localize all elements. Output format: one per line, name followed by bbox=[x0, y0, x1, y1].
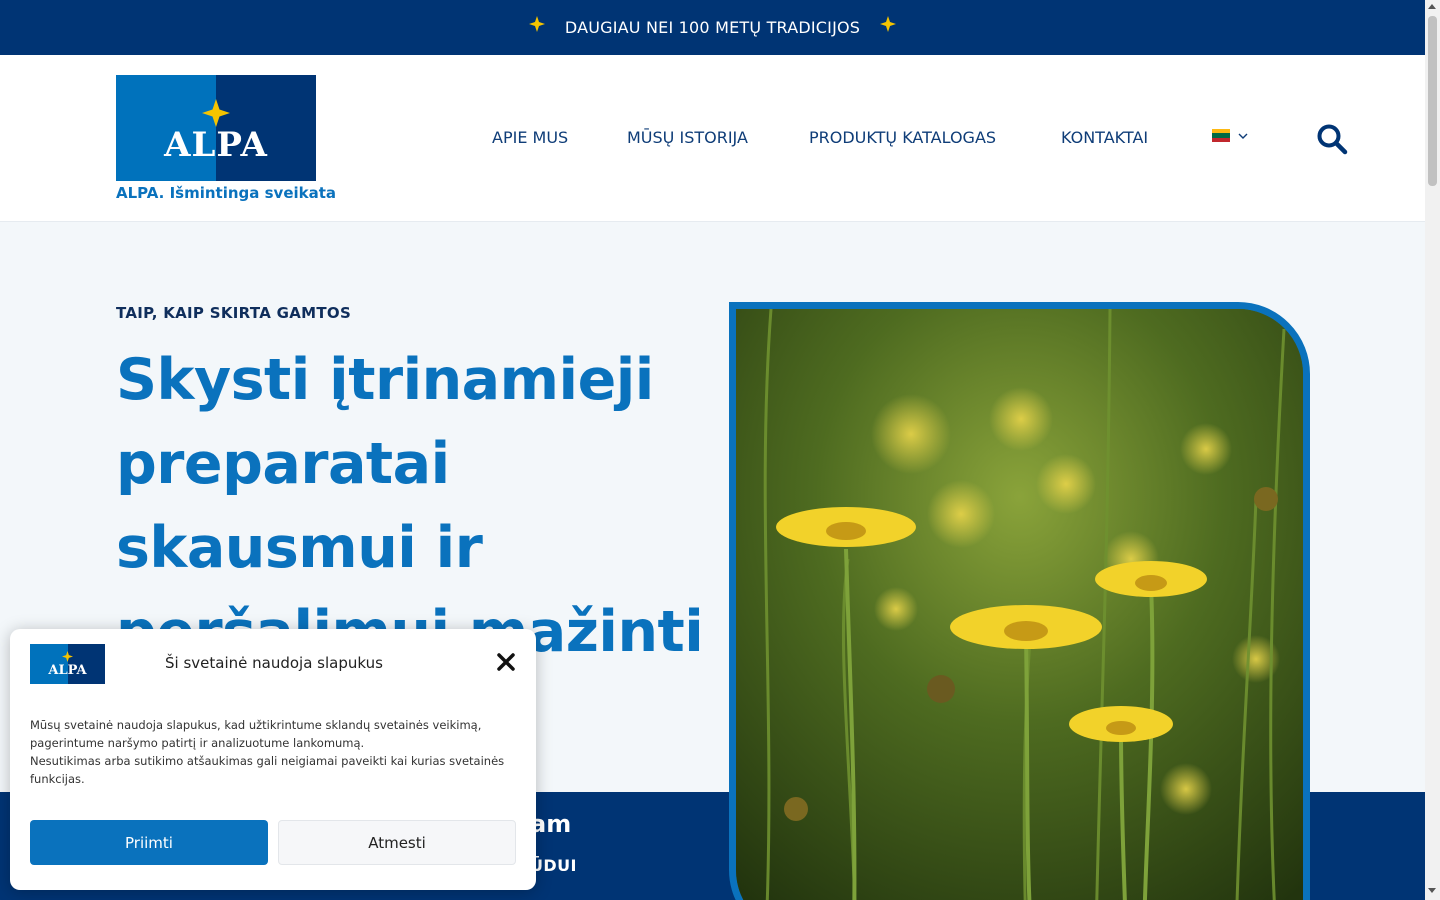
cookie-title: Ši svetainė naudoja slapukus bbox=[165, 654, 383, 672]
hero-title: Skysti įtrinamieji preparatai skausmui i… bbox=[116, 347, 704, 665]
site-tagline: ALPA. Išmintinga sveikata bbox=[116, 184, 337, 202]
cookie-logo: ALPA bbox=[30, 644, 105, 684]
announcement-bar: DAUGIAU NEI 100 METŲ TRADICIJOS bbox=[0, 0, 1425, 55]
vertical-scrollbar[interactable] bbox=[1425, 0, 1440, 900]
cookie-logo-text: ALPA bbox=[48, 663, 87, 678]
announcement-text: DAUGIAU NEI 100 METŲ TRADICIJOS bbox=[564, 18, 861, 37]
cookie-body-line-1: Mūsų svetainė naudoja slapukus, kad užti… bbox=[30, 718, 482, 750]
language-switcher[interactable] bbox=[1212, 129, 1248, 142]
sparkle-star-icon bbox=[880, 15, 897, 32]
hero-image-frame bbox=[729, 302, 1310, 900]
close-icon[interactable] bbox=[497, 653, 515, 671]
logo-star-icon bbox=[62, 651, 73, 662]
search-icon[interactable] bbox=[1316, 123, 1348, 155]
lithuanian-flag-icon bbox=[1212, 129, 1230, 142]
reject-cookies-button[interactable]: Atmesti bbox=[278, 820, 516, 865]
hero-eyebrow: TAIP, KAIP SKIRTA GAMTOS bbox=[116, 304, 352, 322]
logo-text: ALPA bbox=[164, 125, 268, 165]
sparkle-star-icon bbox=[528, 15, 545, 32]
scroll-down-arrow-icon[interactable] bbox=[1428, 888, 1436, 893]
scroll-thumb[interactable] bbox=[1428, 16, 1437, 186]
accept-cookies-button[interactable]: Priimti bbox=[30, 820, 268, 865]
nav-item-musu-istorija[interactable]: MŪSŲ ISTORIJA bbox=[627, 128, 748, 147]
cookie-consent-dialog: ALPA Ši svetainė naudoja slapukus Mūsų s… bbox=[10, 629, 536, 890]
scroll-up-arrow-icon[interactable] bbox=[1428, 4, 1436, 9]
band-title: am bbox=[530, 810, 572, 838]
chevron-down-icon bbox=[1238, 133, 1248, 139]
nav-item-kontaktai[interactable]: KONTAKTAI bbox=[1061, 128, 1148, 147]
band-subtitle: ŪDUI bbox=[530, 856, 577, 875]
nav-item-apie-mus[interactable]: APIE MUS bbox=[492, 128, 568, 147]
cookie-body: Mūsų svetainė naudoja slapukus, kad užti… bbox=[30, 716, 520, 788]
meadow-flowers-image bbox=[736, 309, 1303, 900]
nav-item-produktu-katalogas[interactable]: PRODUKTŲ KATALOGAS bbox=[809, 128, 996, 147]
logo-star-icon bbox=[202, 99, 230, 127]
site-logo[interactable]: ALPA bbox=[116, 75, 316, 181]
site-header: ALPA ALPA. Išmintinga sveikata APIE MUS … bbox=[0, 55, 1425, 222]
cookie-body-line-2: Nesutikimas arba sutikimo atšaukimas gal… bbox=[30, 754, 505, 786]
